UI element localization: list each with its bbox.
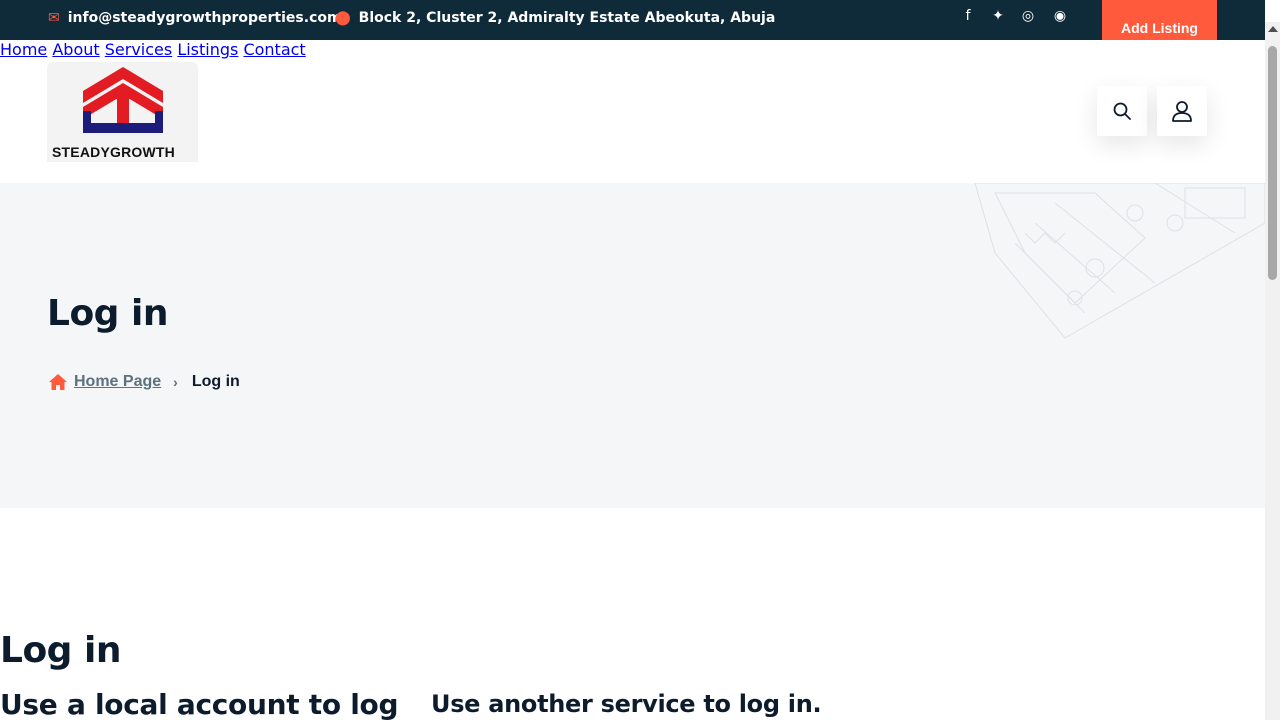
nav-about[interactable]: About [52,40,99,59]
user-icon [1172,101,1192,122]
logo-text: STEADYGROWTH [52,144,175,160]
nav-services[interactable]: Services [105,40,172,59]
map-pin-icon: ⬤ [335,10,351,26]
breadcrumb-home-label: Home Page [74,373,162,390]
nav-contact[interactable]: Contact [243,40,305,59]
vertical-scrollbar[interactable] [1265,22,1280,720]
top-email-text: info@steadygrowthproperties.com [67,10,342,26]
search-icon [1113,102,1131,120]
scrollbar-corner [1265,0,1280,22]
nav-home[interactable]: Home [0,40,47,59]
login-page-title: Log in [0,630,121,671]
nav-listings[interactable]: Listings [177,40,238,59]
local-account-heading: Use a local account to log in. [0,688,400,720]
top-email[interactable]: ✉ info@steadygrowthproperties.com [48,10,342,26]
logo-house-icon [83,67,163,133]
page-banner: Log in Home Page › Log in [0,183,1265,508]
dribbble-icon[interactable]: ◉ [1052,8,1068,24]
external-service-heading: Use another service to log in. [431,690,822,718]
scrollbar-thumb[interactable] [1268,46,1277,280]
facebook-icon[interactable]: f [960,8,976,24]
home-icon [49,374,67,390]
twitter-icon[interactable]: ✦ [990,8,1006,24]
top-bar: ✉ info@steadygrowthproperties.com ⬤ Bloc… [0,0,1265,40]
account-button[interactable] [1157,86,1207,136]
instagram-icon[interactable]: ◎ [1020,8,1036,24]
breadcrumb: Home Page › Log in [48,373,240,391]
envelope-icon: ✉ [48,10,60,26]
chevron-right-icon: › [173,374,178,390]
top-address: ⬤ Block 2, Cluster 2, Admiralty Estate A… [335,10,775,26]
breadcrumb-current: Log in [191,373,240,390]
site-logo[interactable]: STEADYGROWTH [47,62,198,162]
top-address-text: Block 2, Cluster 2, Admiralty Estate Abe… [358,10,776,26]
search-button[interactable] [1097,86,1147,136]
site-header: STEADYGROWTH Home About Services Listing… [0,40,1265,183]
banner-title: Log in [47,293,168,334]
scroll-up-icon[interactable] [1268,26,1278,32]
main-nav: Home About Services Listings Contact [0,40,1265,59]
breadcrumb-home[interactable]: Home Page [48,373,161,391]
blueprint-decoration [974,183,1265,339]
